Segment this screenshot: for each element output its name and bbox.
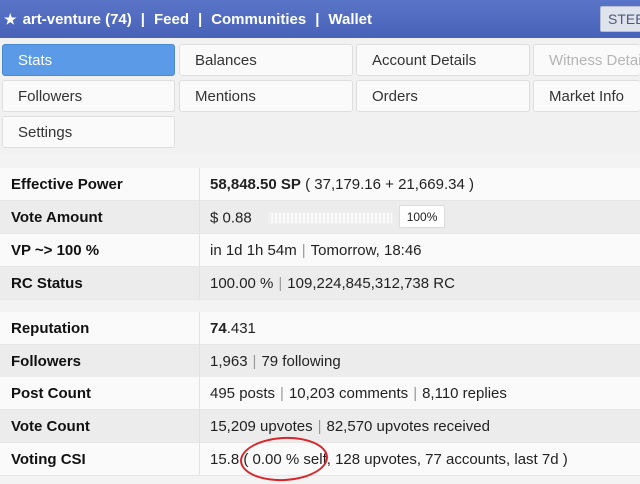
rc-percent: 100.00 %: [210, 275, 274, 292]
stat-label: Vote Amount: [0, 201, 200, 233]
vote-weight-slider[interactable]: [267, 211, 393, 224]
tab-balances[interactable]: Balances: [179, 44, 353, 76]
csi-detail: ( 0.00 % self, 128 upvotes, 77 accounts,…: [243, 451, 568, 468]
csi-value: 15.8: [210, 451, 240, 468]
stat-row-reputation: Reputation 74.431: [0, 312, 640, 345]
tab-witness-details: Witness Details: [533, 44, 640, 76]
followers-count: 1,963: [210, 353, 248, 370]
pipe-separator: |: [278, 275, 283, 292]
tab-account-details[interactable]: Account Details: [356, 44, 530, 76]
stat-label: Post Count: [0, 377, 200, 409]
stat-label: Effective Power: [0, 168, 200, 200]
stat-value: in 1d 1h 54m | Tomorrow, 18:46: [200, 234, 640, 266]
rc-amount: 109,224,845,312,738 RC: [287, 275, 455, 292]
upvotes-count: 15,209 upvotes: [210, 418, 313, 435]
stat-value: 58,848.50 SP ( 37,179.16 + 21,669.34 ): [200, 168, 640, 200]
nav-link-wallet[interactable]: Wallet: [328, 11, 372, 28]
star-icon: ★: [4, 10, 17, 27]
following-count: 79 following: [261, 353, 341, 370]
stat-row-vote-count: Vote Count 15,209 upvotes | 82,570 upvotes…: [0, 410, 640, 443]
stat-value: 1,963 | 79 following: [200, 345, 640, 377]
steem-button[interactable]: STEE: [600, 6, 640, 32]
stat-label: Followers: [0, 345, 200, 377]
sp-amount: 58,848.50 SP: [210, 176, 301, 193]
replies-count: 8,110 replies: [422, 385, 507, 402]
pipe-separator: |: [317, 418, 322, 435]
stat-label: Reputation: [0, 312, 200, 344]
stat-value: 15,209 upvotes | 82,570 upvotes received: [200, 410, 640, 442]
comments-count: 10,203 comments: [288, 385, 409, 402]
vote-amount-value: $ 0.88: [210, 209, 252, 227]
tab-stats[interactable]: Stats: [2, 44, 175, 76]
tab-settings[interactable]: Settings: [2, 116, 175, 148]
nav-link-communities[interactable]: Communities: [211, 11, 306, 28]
reputation-whole: 74: [210, 320, 227, 337]
stat-row-voting-csi: Voting CSI 15.8 ( 0.00 % self, 128 upvot…: [0, 443, 640, 476]
pipe-separator: |: [280, 385, 284, 402]
posts-count: 495 posts: [210, 385, 276, 402]
stat-value: $ 0.88 100%: [200, 201, 640, 233]
stat-row-followers: Followers 1,963 | 79 following: [0, 345, 640, 378]
stat-row-effective-power: Effective Power 58,848.50 SP ( 37,179.16…: [0, 168, 640, 201]
stat-value: 74.431: [200, 312, 640, 344]
stat-row-vp: VP ~> 100 % in 1d 1h 54m | Tomorrow, 18:46: [0, 234, 640, 267]
pipe-separator: |: [252, 353, 257, 370]
stat-label: VP ~> 100 %: [0, 234, 200, 266]
nav-separator: |: [197, 10, 203, 28]
stat-label: Voting CSI: [0, 443, 200, 475]
nav-separator: |: [140, 10, 145, 28]
stat-label: Vote Count: [0, 410, 200, 442]
nav-separator: |: [315, 10, 320, 28]
vote-weight-percent[interactable]: 100%: [399, 205, 446, 228]
stat-value: 495 posts | 10,203 comments | 8,110 replies: [200, 377, 640, 409]
stat-value: 15.8 ( 0.00 % self, 128 upvotes, 77 acco…: [200, 443, 640, 475]
tab-mentions[interactable]: Mentions: [179, 80, 353, 112]
vp-when: Tomorrow, 18:46: [310, 242, 422, 259]
stat-value: 100.00 % | 109,224,845,312,738 RC: [200, 267, 640, 299]
pipe-separator: |: [301, 242, 306, 259]
sp-detail: ( 37,179.16 + 21,669.34 ): [305, 176, 474, 193]
reputation-fraction: .431: [226, 320, 256, 337]
tab-panel: Stats Balances Account Details Witness D…: [0, 38, 640, 154]
pipe-separator: |: [413, 385, 418, 402]
tab-market-info[interactable]: Market Info: [533, 80, 640, 112]
top-nav-bar: ★ art-venture (74) | Feed | Communities …: [0, 0, 640, 38]
stat-row-post-count: Post Count 495 posts | 10,203 comments | 8,1…: [0, 377, 640, 410]
tab-followers[interactable]: Followers: [2, 80, 175, 112]
vp-eta: in 1d 1h 54m: [210, 242, 297, 259]
stat-row-rc-status: RC Status 100.00 % | 109,224,845,312,738 R…: [0, 267, 640, 300]
tab-orders[interactable]: Orders: [356, 80, 530, 112]
stat-label: RC Status: [0, 267, 200, 299]
stat-row-vote-amount: Vote Amount $ 0.88 100%: [0, 201, 640, 234]
account-link[interactable]: art-venture (74): [23, 11, 132, 28]
nav-link-feed[interactable]: Feed: [154, 11, 189, 28]
upvotes-received: 82,570 upvotes received: [326, 418, 490, 435]
